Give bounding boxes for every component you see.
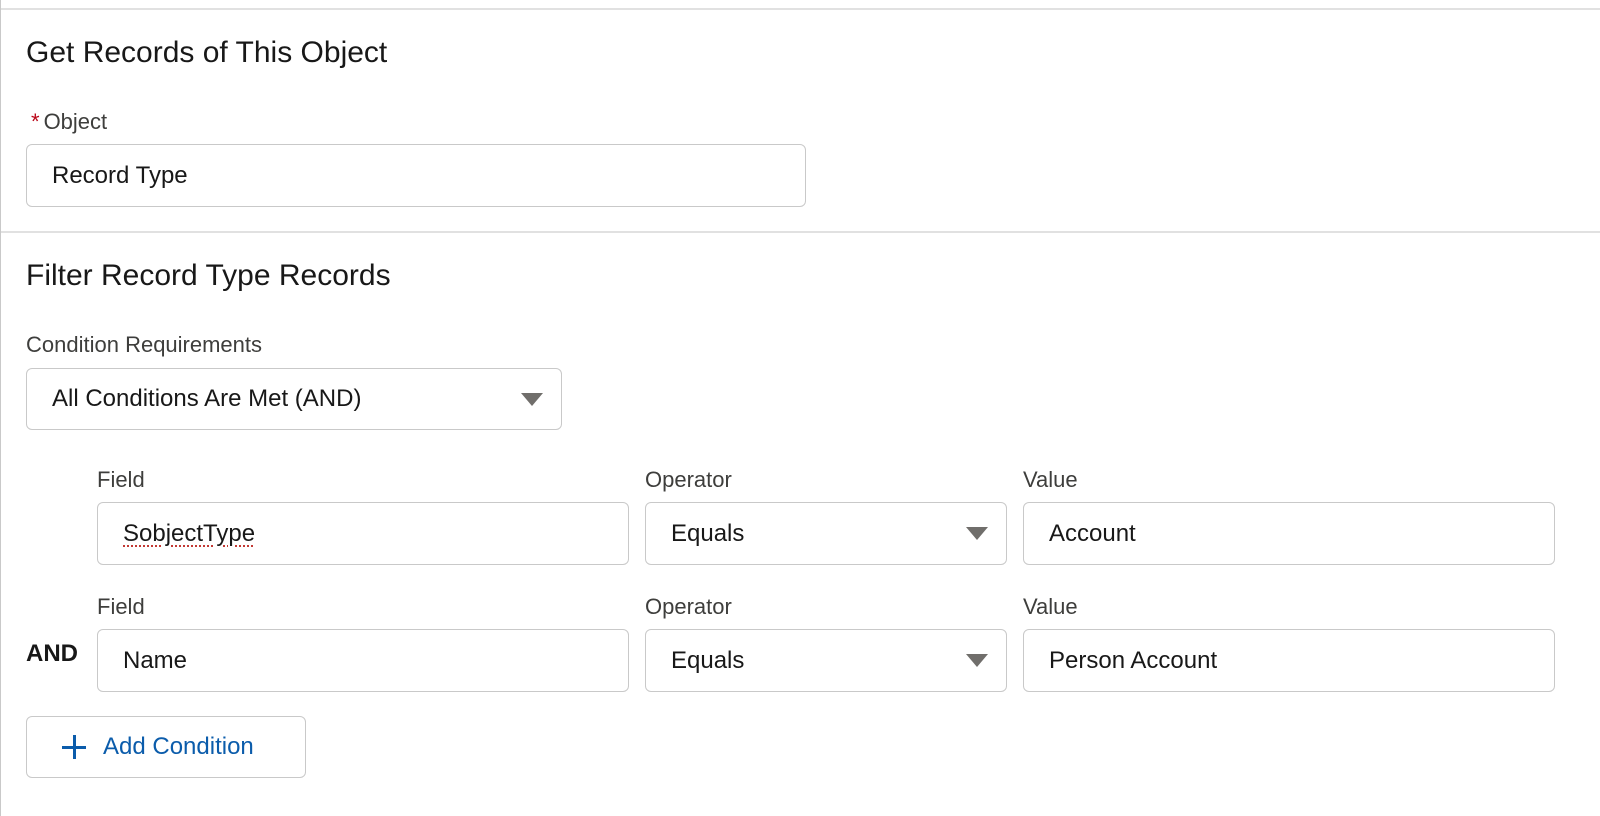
required-marker: * <box>31 109 40 134</box>
chevron-down-icon <box>966 527 988 540</box>
condition-requirements-value: All Conditions Are Met (AND) <box>52 385 362 412</box>
condition-1-field-label: Field <box>97 467 145 492</box>
condition-1-value-input[interactable]: Account <box>1023 502 1555 565</box>
condition-2-operator-label: Operator <box>645 594 732 619</box>
condition-1-value-text: Account <box>1049 519 1136 547</box>
plus-icon <box>61 734 87 760</box>
condition-2-field-input[interactable]: Name <box>97 629 629 692</box>
chevron-down-icon <box>521 393 543 406</box>
object-input-value: Record Type <box>52 161 188 189</box>
condition-1-value-label: Value <box>1023 467 1078 492</box>
condition-logic-label: AND <box>26 640 78 667</box>
top-divider <box>1 8 1600 10</box>
condition-1-field-input[interactable]: SobjectType <box>97 502 629 565</box>
chevron-down-icon <box>966 654 988 667</box>
condition-2-value-label: Value <box>1023 594 1078 619</box>
object-label: * Object <box>31 109 107 135</box>
add-condition-label: Add Condition <box>103 733 254 760</box>
condition-1-field-value: SobjectType <box>123 519 256 547</box>
object-input[interactable]: Record Type <box>26 144 806 207</box>
object-label-text: Object <box>43 109 108 134</box>
condition-1-operator-select[interactable]: Equals <box>645 502 1007 565</box>
condition-1-operator-value: Equals <box>671 519 745 547</box>
section-divider <box>1 231 1600 233</box>
section-title-filter: Filter Record Type Records <box>26 259 391 292</box>
get-records-panel: Get Records of This Object * Object Recor… <box>0 0 1600 816</box>
condition-2-field-value: Name <box>123 646 188 674</box>
condition-requirements-select[interactable]: All Conditions Are Met (AND) <box>26 368 562 430</box>
condition-requirements-label: Condition Requirements <box>26 332 263 357</box>
condition-1-operator-label: Operator <box>645 467 732 492</box>
condition-2-operator-value: Equals <box>671 646 745 674</box>
add-condition-button[interactable]: Add Condition <box>26 716 306 778</box>
condition-2-value-text: Person Account <box>1049 646 1218 674</box>
condition-2-value-input[interactable]: Person Account <box>1023 629 1555 692</box>
condition-2-field-label: Field <box>97 594 145 619</box>
condition-2-operator-select[interactable]: Equals <box>645 629 1007 692</box>
section-title-get-records: Get Records of This Object <box>26 36 388 69</box>
